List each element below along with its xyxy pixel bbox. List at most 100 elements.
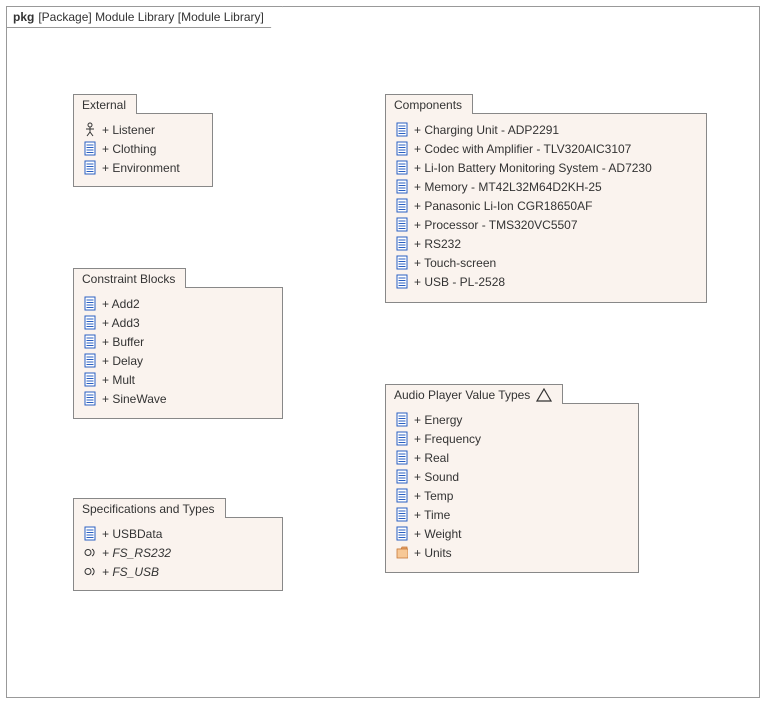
block-icon	[394, 431, 410, 446]
block-icon	[82, 160, 98, 175]
package-constraints-tab: Constraint Blocks	[73, 268, 186, 288]
package-specs-tab: Specifications and Types	[73, 498, 226, 518]
list-item-label: + Panasonic Li-Ion CGR18650AF	[414, 199, 592, 213]
package-external-title: External	[82, 98, 126, 112]
list-item[interactable]: + Codec with Amplifier - TLV320AIC3107	[394, 139, 698, 158]
frame-name: Module Library	[95, 10, 174, 24]
list-item[interactable]: + Environment	[82, 158, 204, 177]
list-item-label: + Units	[414, 546, 452, 560]
list-item[interactable]: + Panasonic Li-Ion CGR18650AF	[394, 196, 698, 215]
block-icon	[82, 334, 98, 349]
list-item-label: + RS232	[414, 237, 461, 251]
list-item[interactable]: + Processor - TMS320VC5507	[394, 215, 698, 234]
block-icon	[394, 274, 410, 289]
block-icon	[394, 179, 410, 194]
block-icon	[394, 526, 410, 541]
frame-kind: [Package]	[38, 10, 91, 24]
list-item[interactable]: + Units	[394, 543, 630, 562]
package-specs[interactable]: Specifications and Types + USBData+ FS_R…	[73, 517, 283, 591]
block-icon	[394, 412, 410, 427]
list-item[interactable]: + Add2	[82, 294, 274, 313]
list-item-label: + Listener	[102, 123, 155, 137]
list-item-label: + Memory - MT42L32M64D2KH-25	[414, 180, 602, 194]
package-valuetypes-title: Audio Player Value Types	[394, 388, 530, 402]
package-external-tab: External	[73, 94, 137, 114]
block-icon	[394, 141, 410, 156]
list-item-label: + USB - PL-2528	[414, 275, 505, 289]
package-external-body: + Listener + Clothing + Environment	[74, 114, 212, 185]
list-item[interactable]: + Touch-screen	[394, 253, 698, 272]
list-item[interactable]: + Real	[394, 448, 630, 467]
block-icon	[394, 469, 410, 484]
package-valuetypes[interactable]: Audio Player Value Types + Energy+ Frequ…	[385, 403, 639, 573]
list-item[interactable]: + Energy	[394, 410, 630, 429]
list-item[interactable]: + USB - PL-2528	[394, 272, 698, 291]
list-item-label: + Time	[414, 508, 450, 522]
package-valuetypes-tab: Audio Player Value Types	[385, 384, 563, 404]
list-item[interactable]: + Charging Unit - ADP2291	[394, 120, 698, 139]
list-item-label: + Add2	[102, 297, 140, 311]
list-item-label: + FS_RS232	[102, 546, 171, 560]
list-item[interactable]: + Time	[394, 505, 630, 524]
package-components-body: + Charging Unit - ADP2291 + Codec with Am…	[386, 114, 706, 299]
block-icon	[394, 488, 410, 503]
package-external[interactable]: External + Listener+ Clothing+ Environme…	[73, 113, 213, 187]
list-item[interactable]: + Buffer	[82, 332, 274, 351]
list-item-label: + Li-Ion Battery Monitoring System - AD7…	[414, 161, 652, 175]
block-icon	[394, 122, 410, 137]
list-item-label: + Sound	[414, 470, 459, 484]
block-icon	[394, 217, 410, 232]
list-item-label: + FS_USB	[102, 565, 159, 579]
list-item[interactable]: + Clothing	[82, 139, 204, 158]
list-item[interactable]: + SineWave	[82, 389, 274, 408]
package-constraints[interactable]: Constraint Blocks + Add2+ Add3+ Buffer+ …	[73, 287, 283, 419]
block-icon	[394, 236, 410, 251]
block-icon	[394, 450, 410, 465]
diagram-canvas: pkg [Package] Module Library [Module Lib…	[0, 0, 767, 704]
list-item[interactable]: + Delay	[82, 351, 274, 370]
list-item[interactable]: + Add3	[82, 313, 274, 332]
interface-icon	[82, 545, 98, 560]
list-item-label: + Buffer	[102, 335, 144, 349]
list-item-label: + Processor - TMS320VC5507	[414, 218, 578, 232]
package-specs-body: + USBData + FS_RS232 + FS_USB	[74, 518, 282, 589]
list-item-label: + Add3	[102, 316, 140, 330]
list-item-label: + Delay	[102, 354, 143, 368]
list-item[interactable]: + Frequency	[394, 429, 630, 448]
block-icon	[82, 372, 98, 387]
list-item[interactable]: + RS232	[394, 234, 698, 253]
list-item-label: + Mult	[102, 373, 135, 387]
list-item[interactable]: + Temp	[394, 486, 630, 505]
block-icon	[394, 255, 410, 270]
package-components[interactable]: Components + Charging Unit - ADP2291+ Co…	[385, 113, 707, 303]
block-icon	[82, 315, 98, 330]
list-item[interactable]: + USBData	[82, 524, 274, 543]
list-item[interactable]: + Memory - MT42L32M64D2KH-25	[394, 177, 698, 196]
list-item-label: + USBData	[102, 527, 162, 541]
list-item[interactable]: + Sound	[394, 467, 630, 486]
list-item-label: + Frequency	[414, 432, 481, 446]
list-item-label: + Charging Unit - ADP2291	[414, 123, 559, 137]
block-icon	[394, 160, 410, 175]
list-item[interactable]: + Listener	[82, 120, 204, 139]
list-item[interactable]: + Weight	[394, 524, 630, 543]
frame-kind-kw: pkg	[13, 10, 34, 24]
list-item[interactable]: + FS_RS232	[82, 543, 274, 562]
interface-icon	[82, 564, 98, 579]
block-icon	[82, 296, 98, 311]
package-constraints-body: + Add2 + Add3 + Buffer + Delay + Mult + SineW…	[74, 288, 282, 416]
list-item-label: + Environment	[102, 161, 180, 175]
folder-icon	[394, 545, 410, 560]
list-item[interactable]: + Li-Ion Battery Monitoring System - AD7…	[394, 158, 698, 177]
list-item[interactable]: + Mult	[82, 370, 274, 389]
package-constraints-title: Constraint Blocks	[82, 272, 175, 286]
package-frame: pkg [Package] Module Library [Module Lib…	[6, 6, 760, 698]
list-item-label: + Touch-screen	[414, 256, 496, 270]
package-valuetypes-body: + Energy + Frequency + Real + Sound + Temp + …	[386, 404, 638, 570]
block-icon	[394, 198, 410, 213]
list-item-label: + Clothing	[102, 142, 156, 156]
frame-header-tab: pkg [Package] Module Library [Module Lib…	[6, 6, 283, 28]
list-item[interactable]: + FS_USB	[82, 562, 274, 581]
block-icon	[82, 526, 98, 541]
triangle-icon	[536, 388, 552, 402]
